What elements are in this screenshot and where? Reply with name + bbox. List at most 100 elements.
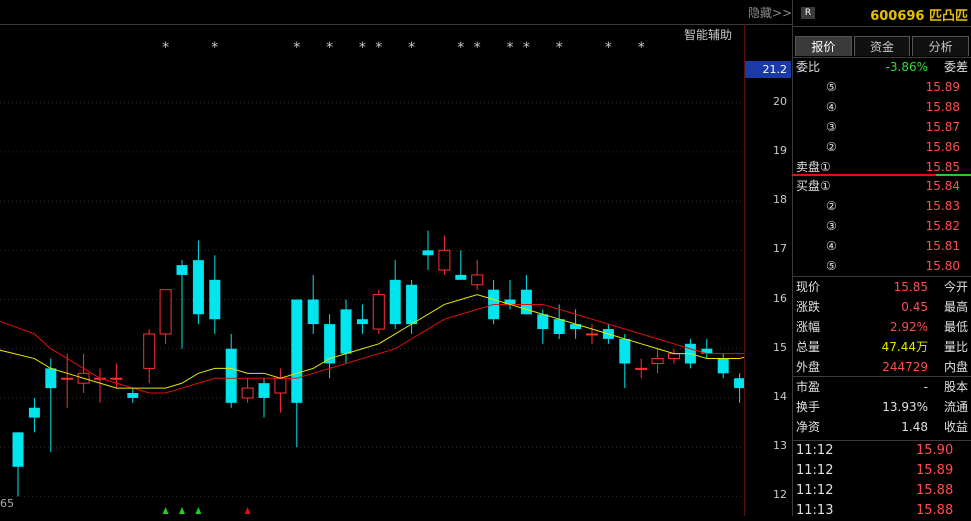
sell-level-5: ⑤ 15.89 <box>796 77 968 97</box>
up-arrow-marker <box>162 507 169 514</box>
candle-body <box>127 393 139 398</box>
trade-row: 11:13 15.88 <box>796 501 968 521</box>
trade-price: 15.88 <box>916 503 954 518</box>
row-label: 委比 <box>796 60 821 74</box>
candle-body <box>438 249 451 271</box>
row-label: 涨跌 <box>796 300 821 314</box>
star-marker: * <box>162 40 169 56</box>
price-axis: 21.2 20 19 18 17 16 15 14 13 12 <box>744 24 793 516</box>
buy-level-4: ④ 15.81 <box>796 236 968 256</box>
candle-body <box>12 432 24 467</box>
row-value: 15.83 <box>925 199 960 213</box>
candle-body <box>291 299 303 403</box>
quote-row-2: 涨幅 2.92% 最低 <box>796 317 968 337</box>
row-value: 244729 <box>882 360 928 374</box>
row-value: 15.80 <box>925 259 960 273</box>
row-right-label: 内盘 <box>943 360 968 374</box>
axis-tick: 18 <box>773 193 787 207</box>
row-label: 外盘 <box>796 360 821 374</box>
row-right-label: 股本 <box>943 380 968 394</box>
row-value: 15.87 <box>925 120 960 134</box>
row-value: 15.86 <box>925 140 960 154</box>
axis-tick: 14 <box>773 389 787 403</box>
stat-row-2: 净资 1.48 收益 <box>796 417 968 437</box>
tab-funds[interactable]: 资金 <box>853 36 911 56</box>
axis-tick: 17 <box>773 242 787 256</box>
row-label: 净资 <box>796 420 821 434</box>
row-right-label: 量比 <box>943 340 968 354</box>
star-marker: * <box>408 40 415 56</box>
buy-level-2: ② 15.83 <box>796 196 968 216</box>
candle-body <box>406 284 418 325</box>
up-arrow-marker <box>179 507 185 514</box>
candle-body <box>537 314 549 330</box>
stat-row-0: 市盈 - 股本 <box>796 377 968 397</box>
sell-level-2: ② 15.86 <box>796 137 968 157</box>
row-label: ③ <box>826 219 837 233</box>
candle-body <box>28 407 40 418</box>
weibi-row: 委比 -3.86% 委差 <box>796 57 968 77</box>
hide-button[interactable]: 隐藏>> <box>748 4 792 21</box>
candle-body <box>668 353 680 360</box>
star-marker: * <box>457 40 464 56</box>
candle-body <box>651 358 664 364</box>
star-marker: * <box>507 40 514 56</box>
star-marker: * <box>474 40 481 56</box>
trade-time: 11:12 <box>796 483 834 498</box>
tab-analysis[interactable]: 分析 <box>912 36 970 56</box>
stock-code-name: 600696 匹凸匹 <box>870 9 968 24</box>
candle-body <box>159 289 172 335</box>
candle-body <box>422 250 434 256</box>
axis-tick: 12 <box>773 488 787 502</box>
row-value: 13.93% <box>882 400 928 414</box>
row-label: 换手 <box>796 400 821 414</box>
star-marker: * <box>293 40 300 56</box>
quote-row-4: 外盘 244729 内盘 <box>796 357 968 377</box>
row-label: ② <box>826 199 837 213</box>
candlestick-chart[interactable]: * * * * * * * * * * * * * * <box>0 0 744 516</box>
row-right-label: 最低 <box>943 320 968 334</box>
trade-row: 11:12 15.89 <box>796 461 968 481</box>
bid-ask-divider-green <box>936 174 971 176</box>
tab-quote[interactable]: 报价 <box>795 36 852 56</box>
trade-price: 15.88 <box>916 483 954 498</box>
candle-body <box>274 377 287 394</box>
row-label: 市盈 <box>796 380 821 394</box>
row-label: ⑤ <box>826 80 837 94</box>
row-value: 0.45 <box>901 300 928 314</box>
candle-body <box>717 358 729 374</box>
row-value: 1.48 <box>901 420 928 434</box>
row-label: 涨幅 <box>796 320 821 334</box>
candle-body <box>734 378 744 389</box>
star-marker: * <box>556 40 563 56</box>
red-arrow-marker <box>244 507 251 514</box>
candle-body <box>586 333 598 336</box>
row-right-label: 委差 <box>943 60 968 74</box>
current-price-tag: 21.2 <box>745 61 791 78</box>
row-label: 买盘① <box>796 179 831 193</box>
row-value: -3.86% <box>885 60 928 74</box>
candle-body <box>209 279 221 320</box>
candle-body <box>61 377 74 380</box>
candle-body <box>192 260 204 315</box>
row-value: - <box>923 380 928 394</box>
trade-time: 11:12 <box>796 443 834 458</box>
star-marker: * <box>523 40 530 56</box>
row-label: ② <box>826 140 837 154</box>
quote-row-0: 现价 15.85 今开 <box>796 277 968 297</box>
row-right-label: 收益 <box>943 420 968 434</box>
up-arrow-marker <box>195 507 202 514</box>
buy-level-1: 买盘① 15.84 <box>796 176 968 196</box>
quote-row-3: 总量 47.44万 量比 <box>796 337 968 357</box>
stat-row-1: 换手 13.93% 流通 <box>796 397 968 417</box>
candle-body <box>340 309 352 354</box>
candle-body <box>619 338 631 364</box>
row-label: ③ <box>826 120 837 134</box>
candle-body <box>553 319 565 334</box>
axis-tick: 19 <box>773 143 787 157</box>
star-marker: * <box>326 40 333 56</box>
row-label: ④ <box>826 239 837 253</box>
star-marker: * <box>605 40 612 56</box>
row-value: 15.84 <box>925 179 960 193</box>
candle-body <box>45 368 57 389</box>
